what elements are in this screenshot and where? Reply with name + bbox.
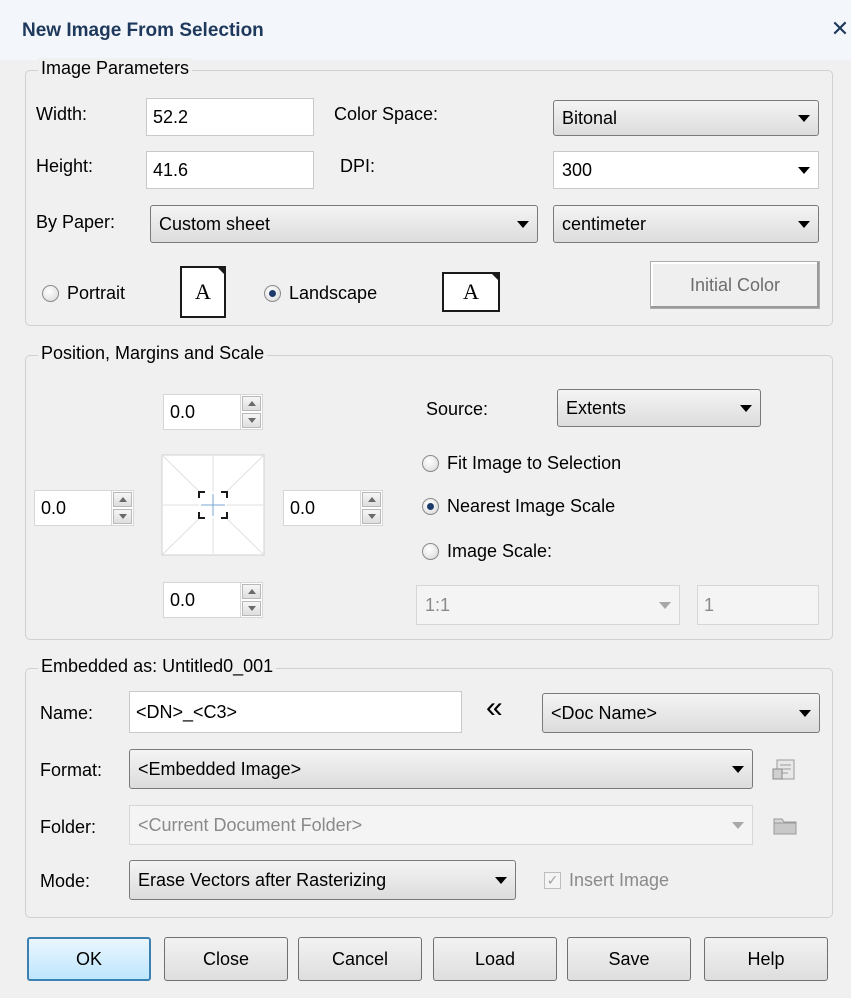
- portrait-label: Portrait: [67, 283, 126, 303]
- image-scale-number[interactable]: 1: [697, 585, 819, 625]
- paper-select[interactable]: Custom sheet: [150, 205, 538, 243]
- insert-image-label: Insert Image: [569, 870, 670, 890]
- chevron-down-icon: [732, 765, 744, 773]
- width-label: Width:: [36, 104, 88, 124]
- page-letter: A: [463, 279, 479, 304]
- format-label: Format:: [40, 760, 103, 780]
- stepper-up-button[interactable]: [362, 492, 381, 507]
- unit-select[interactable]: centimeter: [553, 205, 819, 243]
- stepper-up-button[interactable]: [242, 396, 261, 411]
- doc-name-value: <Doc Name>: [551, 702, 658, 723]
- landscape-label: Landscape: [289, 283, 378, 303]
- help-button[interactable]: Help: [704, 937, 828, 981]
- color-space-select[interactable]: Bitonal: [553, 100, 819, 136]
- folder-icon[interactable]: [772, 813, 798, 837]
- dialog-title: New Image From Selection: [22, 20, 264, 41]
- fit-image-label: Fit Image to Selection: [447, 453, 622, 473]
- radio-indicator: [264, 285, 281, 302]
- bottom-margin-stepper[interactable]: 0.0: [163, 582, 263, 618]
- radio-indicator: [422, 455, 439, 472]
- stepper-down-button[interactable]: [242, 413, 261, 428]
- mode-select[interactable]: Erase Vectors after Rasterizing: [129, 860, 516, 900]
- folder-label: Folder:: [40, 817, 97, 837]
- landscape-radio[interactable]: Landscape: [264, 283, 377, 304]
- source-value: Extents: [566, 397, 627, 418]
- ok-button[interactable]: OK: [27, 937, 151, 981]
- chevron-down-icon: [799, 709, 811, 717]
- nearest-scale-radio[interactable]: Nearest Image Scale: [422, 496, 615, 517]
- close-icon[interactable]: ✕: [830, 16, 850, 42]
- radio-indicator: [422, 543, 439, 560]
- height-label: Height:: [36, 156, 94, 176]
- height-input[interactable]: 41.6: [146, 151, 314, 189]
- close-button[interactable]: Close: [164, 937, 288, 981]
- chevron-down-icon: [798, 114, 810, 122]
- bottom-margin-value: 0.0: [170, 589, 196, 610]
- radio-indicator: [42, 285, 59, 302]
- left-margin-value: 0.0: [41, 497, 67, 518]
- top-margin-value: 0.0: [170, 401, 196, 422]
- image-scale-value: 1:1: [425, 594, 451, 615]
- doc-name-select[interactable]: <Doc Name>: [542, 693, 820, 733]
- insert-image-checkbox[interactable]: ✓ Insert Image: [544, 870, 669, 891]
- chevron-down-icon: [732, 821, 744, 829]
- portrait-page-icon: A: [180, 266, 226, 318]
- folder-select[interactable]: <Current Document Folder>: [129, 805, 753, 845]
- checkbox-indicator: ✓: [544, 872, 561, 889]
- mode-value: Erase Vectors after Rasterizing: [138, 869, 387, 890]
- portrait-radio[interactable]: Portrait: [42, 283, 125, 304]
- color-space-value: Bitonal: [562, 107, 618, 128]
- source-select[interactable]: Extents: [557, 389, 761, 427]
- left-margin-stepper[interactable]: 0.0: [34, 490, 134, 526]
- load-button[interactable]: Load: [433, 937, 557, 981]
- page-letter: A: [195, 279, 211, 304]
- initial-color-button[interactable]: Initial Color: [650, 261, 820, 309]
- format-value: <Embedded Image>: [138, 758, 302, 779]
- chevron-down-icon: [798, 166, 810, 174]
- chevron-down-icon: [798, 220, 810, 228]
- width-input[interactable]: 52.2: [146, 98, 314, 136]
- image-parameters-legend: Image Parameters: [38, 58, 193, 79]
- format-settings-icon[interactable]: [772, 757, 798, 781]
- top-margin-stepper[interactable]: 0.0: [163, 394, 263, 430]
- embedded-legend: Embedded as: Untitled0_001: [38, 656, 277, 677]
- chevron-down-icon: [517, 220, 529, 228]
- dpi-value: 300: [562, 159, 593, 180]
- stepper-down-button[interactable]: [362, 509, 381, 524]
- chevron-down-icon: [495, 876, 507, 884]
- stepper-up-button[interactable]: [113, 492, 132, 507]
- stepper-down-button[interactable]: [113, 509, 132, 524]
- image-scale-select[interactable]: 1:1: [416, 585, 680, 625]
- mode-label: Mode:: [40, 871, 91, 891]
- name-label: Name:: [40, 703, 94, 723]
- folder-value: <Current Document Folder>: [138, 814, 363, 835]
- paper-value: Custom sheet: [159, 213, 271, 234]
- landscape-page-icon: A: [442, 272, 500, 312]
- right-margin-value: 0.0: [290, 497, 316, 518]
- dpi-label: DPI:: [340, 156, 376, 176]
- right-margin-stepper[interactable]: 0.0: [283, 490, 383, 526]
- stepper-down-button[interactable]: [242, 601, 261, 616]
- image-scale-label: Image Scale:: [447, 541, 553, 561]
- position-legend: Position, Margins and Scale: [38, 343, 268, 364]
- save-button[interactable]: Save: [567, 937, 691, 981]
- chevron-down-icon: [740, 404, 752, 412]
- cancel-button[interactable]: Cancel: [298, 937, 422, 981]
- color-space-label: Color Space:: [334, 104, 439, 124]
- dpi-select[interactable]: 300: [553, 151, 819, 189]
- unit-value: centimeter: [562, 213, 647, 234]
- margins-diagram-icon: [161, 454, 265, 556]
- nearest-scale-label: Nearest Image Scale: [447, 496, 616, 516]
- radio-indicator: [422, 498, 439, 515]
- paper-label: By Paper:: [36, 212, 116, 232]
- format-select[interactable]: <Embedded Image>: [129, 749, 753, 789]
- name-input[interactable]: <DN>_<C3>: [129, 691, 462, 733]
- image-scale-radio[interactable]: Image Scale:: [422, 541, 552, 562]
- chevron-double-left-icon[interactable]: «: [486, 688, 503, 728]
- source-label: Source:: [426, 399, 489, 419]
- chevron-down-icon: [659, 601, 671, 609]
- fit-image-radio[interactable]: Fit Image to Selection: [422, 453, 621, 474]
- stepper-up-button[interactable]: [242, 584, 261, 599]
